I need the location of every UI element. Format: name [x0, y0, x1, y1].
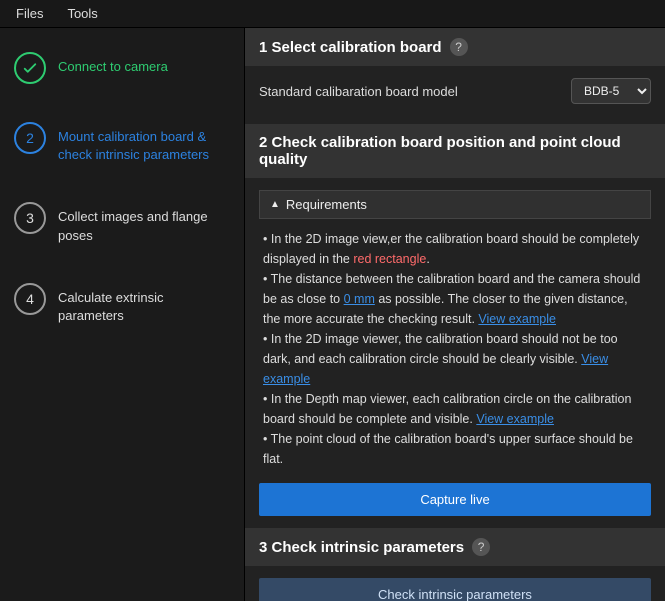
step-label: Connect to camera	[58, 52, 168, 76]
req-bullet-2: • The distance between the calibration b…	[263, 269, 647, 329]
sidebar: Connect to camera 2 Mount calibration bo…	[0, 28, 245, 601]
red-rectangle-text: red rectangle	[353, 252, 426, 266]
step-circle-4: 4	[14, 283, 46, 315]
step-circle-done	[14, 52, 46, 84]
help-icon[interactable]: ?	[472, 538, 490, 556]
check-intrinsic-button[interactable]: Check intrinsic parameters	[259, 578, 651, 601]
menu-files[interactable]: Files	[4, 2, 55, 25]
step-collect-images[interactable]: 3 Collect images and flange poses	[10, 198, 234, 248]
caret-up-icon: ▲	[270, 199, 280, 210]
board-model-select[interactable]: BDB-5	[571, 78, 651, 104]
board-model-label: Standard calibaration board model	[259, 84, 458, 99]
requirements-body: • In the 2D image view,er the calibratio…	[259, 229, 651, 469]
req-bullet-4: • In the Depth map viewer, each calibrat…	[263, 389, 647, 429]
step-mount-board[interactable]: 2 Mount calibration board & check intrin…	[10, 118, 234, 168]
section2-body: ▲ Requirements • In the 2D image view,er…	[245, 178, 665, 528]
help-icon[interactable]: ?	[450, 38, 468, 56]
menubar: Files Tools	[0, 0, 665, 28]
view-example-link[interactable]: View example	[476, 412, 554, 426]
capture-live-button[interactable]: Capture live	[259, 483, 651, 516]
board-model-row: Standard calibaration board model BDB-5	[259, 78, 651, 104]
requirements-toggle[interactable]: ▲ Requirements	[259, 190, 651, 219]
content-panel: 1 Select calibration board ? Standard ca…	[245, 28, 665, 601]
req-bullet-5: • The point cloud of the calibration boa…	[263, 429, 647, 469]
main-layout: Connect to camera 2 Mount calibration bo…	[0, 28, 665, 601]
menu-tools[interactable]: Tools	[55, 2, 109, 25]
distance-link[interactable]: 0 mm	[344, 292, 375, 306]
section2-title: 2 Check calibration board position and p…	[259, 134, 651, 168]
section1-header: 1 Select calibration board ?	[245, 28, 665, 66]
step-label: Calculate extrinsic parameters	[58, 283, 223, 325]
req-bullet-1: • In the 2D image view,er the calibratio…	[263, 229, 647, 269]
req-text: • In the 2D image viewer, the calibratio…	[263, 332, 618, 366]
section1-body: Standard calibaration board model BDB-5	[245, 66, 665, 124]
check-icon	[21, 59, 39, 77]
requirements-label: Requirements	[286, 197, 367, 212]
section1-title: 1 Select calibration board	[259, 39, 442, 56]
view-example-link[interactable]: View example	[478, 312, 556, 326]
req-text: • In the 2D image view,er the calibratio…	[263, 232, 639, 266]
req-text: • In the Depth map viewer, each calibrat…	[263, 392, 631, 426]
step-calculate-extrinsic[interactable]: 4 Calculate extrinsic parameters	[10, 279, 234, 329]
section2-header: 2 Check calibration board position and p…	[245, 124, 665, 178]
step-label: Collect images and flange poses	[58, 202, 223, 244]
step-connect-camera[interactable]: Connect to camera	[10, 48, 234, 88]
step-label: Mount calibration board & check intrinsi…	[58, 122, 223, 164]
section3-title: 3 Check intrinsic parameters	[259, 539, 464, 556]
section3-header: 3 Check intrinsic parameters ?	[245, 528, 665, 566]
step-circle-3: 3	[14, 202, 46, 234]
req-bullet-3: • In the 2D image viewer, the calibratio…	[263, 329, 647, 389]
section3-body: Check intrinsic parameters No result yet…	[245, 566, 665, 601]
step-circle-2: 2	[14, 122, 46, 154]
req-text: .	[426, 252, 429, 266]
